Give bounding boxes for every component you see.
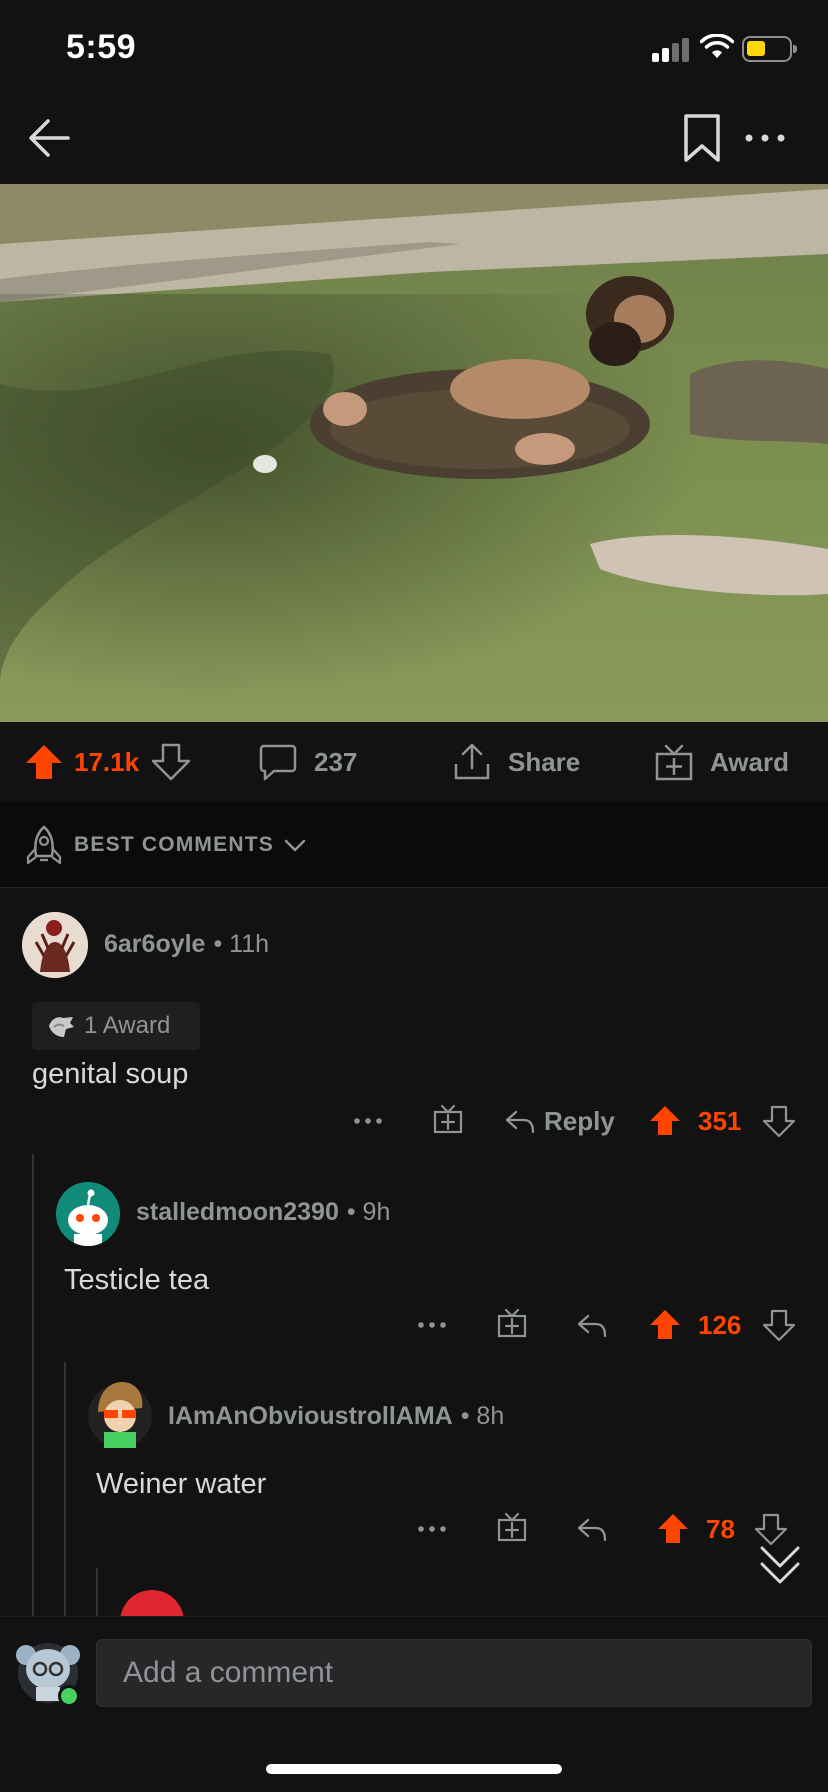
- comment-body: Weiner water: [96, 1468, 267, 1500]
- home-indicator[interactable]: [266, 1764, 562, 1774]
- chevron-down-icon: [284, 839, 306, 851]
- comment-username[interactable]: IAmAnObvioustrollAMA: [168, 1402, 453, 1431]
- downvote-icon[interactable]: [151, 742, 191, 782]
- rocket-icon: [26, 825, 62, 864]
- comment-actions: 126: [0, 1300, 828, 1350]
- comment-sort-dropdown[interactable]: BEST COMMENTS: [0, 802, 828, 888]
- gift-award-icon[interactable]: [496, 1504, 528, 1554]
- wifi-icon: [700, 34, 734, 58]
- post-image[interactable]: [0, 184, 828, 722]
- thread-line[interactable]: [64, 1362, 66, 1616]
- comment-score: 126: [698, 1309, 742, 1340]
- reply-label: Reply: [544, 1105, 615, 1136]
- sort-label: BEST COMMENTS: [74, 832, 274, 856]
- downvote-icon[interactable]: [762, 1300, 796, 1350]
- post-score: 17.1k: [74, 746, 140, 777]
- comment-age: • 8h: [460, 1402, 505, 1430]
- comments-button[interactable]: 237: [258, 722, 357, 802]
- comment-body: Testicle tea: [64, 1264, 210, 1296]
- comment-bubble-icon: [259, 744, 297, 781]
- comment-header: IAmAnObvioustrollAMA • 8h: [168, 1402, 504, 1431]
- award-badge[interactable]: 1 Award: [32, 1002, 200, 1050]
- gift-award-icon[interactable]: [432, 1096, 464, 1146]
- post-nav-bar: [0, 100, 828, 184]
- share-icon: [454, 743, 490, 780]
- cellular-signal-icon: [652, 38, 690, 62]
- award-count: 1 Award: [84, 1012, 171, 1039]
- online-status-dot: [58, 1685, 80, 1707]
- comment-header: 6ar6oyle • 11h: [104, 930, 269, 959]
- upvote-icon[interactable]: [24, 742, 64, 782]
- more-options-icon[interactable]: [414, 1504, 450, 1554]
- award-button[interactable]: Award: [654, 722, 789, 802]
- reply-arrow-icon[interactable]: [576, 1504, 608, 1554]
- award-label: Award: [710, 746, 789, 777]
- upvote-icon[interactable]: [656, 1504, 690, 1554]
- comment-username[interactable]: stalledmoon2390: [136, 1198, 339, 1227]
- comment-age: • 11h: [213, 930, 270, 958]
- upvote-icon[interactable]: [648, 1096, 682, 1146]
- gift-award-icon[interactable]: [496, 1300, 528, 1350]
- comment-username[interactable]: 6ar6oyle: [104, 930, 205, 959]
- gift-award-icon: [655, 744, 693, 781]
- thread-line[interactable]: [96, 1568, 98, 1616]
- comment-score: 78: [706, 1513, 735, 1544]
- comment-composer: [0, 1616, 828, 1724]
- battery-icon: [742, 36, 797, 62]
- avatar[interactable]: [56, 1182, 120, 1246]
- comment-score: 351: [698, 1105, 742, 1136]
- comment-actions: Reply 351: [0, 1096, 828, 1146]
- avatar[interactable]: [120, 1590, 184, 1616]
- comment-body: genital soup: [32, 1058, 189, 1090]
- downvote-icon[interactable]: [762, 1096, 796, 1146]
- helpful-award-icon: [49, 1017, 74, 1037]
- comment-actions: 78: [0, 1504, 828, 1554]
- more-options-icon[interactable]: [414, 1300, 450, 1350]
- reply-arrow-icon[interactable]: [576, 1300, 608, 1350]
- next-comment-icon[interactable]: [756, 1540, 804, 1590]
- comment-list: 6ar6oyle • 11h 1 Award genital soup Repl…: [0, 888, 828, 1616]
- post-action-bar: 17.1k 237 Share Award: [0, 722, 828, 802]
- comment-count: 237: [314, 746, 358, 777]
- comment-age: • 9h: [346, 1198, 391, 1226]
- reply-button[interactable]: Reply: [504, 1096, 615, 1146]
- back-arrow-icon[interactable]: [24, 112, 76, 164]
- upvote-icon[interactable]: [648, 1300, 682, 1350]
- status-time: 5:59: [66, 28, 137, 66]
- avatar[interactable]: [88, 1376, 152, 1448]
- comment-header: stalledmoon2390 • 9h: [136, 1198, 390, 1227]
- post-vote-group: 17.1k: [24, 722, 191, 802]
- share-label: Share: [508, 746, 581, 777]
- comment-input[interactable]: [96, 1639, 812, 1707]
- reply-arrow-icon: [505, 1110, 535, 1134]
- bookmark-icon[interactable]: [680, 112, 724, 164]
- more-options-icon[interactable]: [350, 1096, 386, 1146]
- avatar[interactable]: [22, 912, 88, 978]
- more-options-icon[interactable]: [740, 118, 790, 158]
- share-button[interactable]: Share: [452, 722, 580, 802]
- status-bar: 5:59: [0, 0, 828, 100]
